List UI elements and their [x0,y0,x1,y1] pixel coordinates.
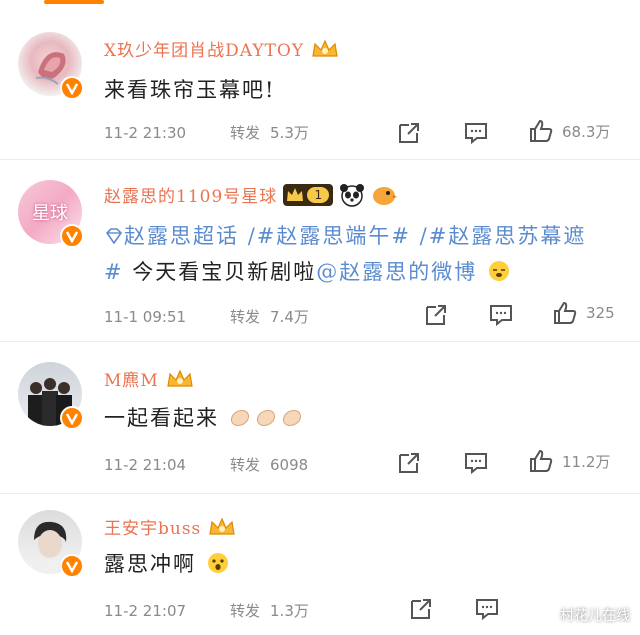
share-button[interactable] [408,596,434,622]
share-button[interactable] [396,120,422,146]
thumbs-up-icon [530,449,553,472]
share-icon [399,123,419,143]
avatar-text: 星球 [32,203,68,224]
mention-link[interactable]: @赵露思的微博 [316,260,477,284]
comment-item[interactable]: M麃M 一起看起来 11-2 21:04 转发 6098 11.2万 [0,342,640,494]
comment-icon [476,599,498,621]
timestamp: 11-2 21:30 [104,123,187,142]
like-count: 325 [586,304,615,322]
verified-badge-icon [60,554,84,578]
verified-badge-icon [60,76,84,100]
diamond-icon [105,228,123,245]
repost-label: 转发 [230,308,261,326]
like-button[interactable]: 325 [552,300,615,326]
timestamp: 11-2 21:07 [104,601,187,620]
repost-count: 6098 [270,455,309,474]
comment-text: 一起看起来 [104,400,306,436]
comment-icon [465,453,487,475]
clap-emoji-icon [230,409,301,427]
repost-label: 转发 [230,124,261,142]
repost-label: 转发 [230,602,261,620]
share-icon [426,305,446,325]
comment-icon [490,305,512,327]
comment-button[interactable] [488,302,514,328]
crown-icon [312,39,338,57]
repost-count: 5.3万 [270,124,309,142]
share-button[interactable] [396,450,422,476]
sleepy-emoji-icon [488,261,509,281]
like-count: 68.3万 [562,122,611,141]
comment-text: 赵露思超话 /#赵露思端午# /#赵露思苏幕遮# 今天看宝贝新剧啦@赵露思的微博 [104,224,587,284]
hashtag-link[interactable]: /#赵露思端午# [248,224,411,248]
crown-icon [209,517,235,535]
like-button[interactable]: 68.3万 [528,118,610,144]
like-count: 11.2万 [562,452,611,471]
supertopic-link[interactable]: 赵露思超话 [104,224,239,248]
watermark-logo-icon [539,607,555,623]
crown-icon [167,369,193,387]
timestamp: 11-1 09:51 [104,307,187,326]
panda-icon [340,183,365,207]
verified-badge-icon [60,224,84,248]
share-button[interactable] [423,302,449,328]
username[interactable]: 王安宇buss [104,514,201,539]
like-button[interactable]: 11.2万 [528,448,610,474]
repost-count: 7.4万 [270,308,309,326]
username[interactable]: M麃M [104,366,159,391]
thumbs-up-icon [530,119,553,142]
comment-item[interactable]: 星球 赵露思的1109号星球 1 赵露思超话 /#赵露思端午# /#赵露思苏幕遮… [0,160,640,342]
comment-text: 来看珠帘玉幕吧! [104,78,276,102]
comment-button[interactable] [463,120,489,146]
comment-icon [465,123,487,145]
username[interactable]: X玖少年团肖战DAYTOY [104,36,304,61]
repost-label: 转发 [230,456,261,474]
comment-item[interactable]: 王安宇buss 露思冲啊 11-2 21:07 转发 1.3万 村花儿在线 [0,494,640,635]
comment-text: 露思冲啊 [104,546,231,582]
share-icon [399,453,419,473]
comment-button[interactable] [463,450,489,476]
thumbs-up-icon [554,301,577,324]
shocked-emoji-icon [207,553,228,573]
avatar[interactable]: 星球 [18,180,84,248]
timestamp: 11-2 21:04 [104,455,187,474]
avatar[interactable] [18,510,84,578]
username[interactable]: 赵露思的1109号星球 [104,182,277,207]
watermark: 村花儿在线 [538,605,630,625]
comment-item[interactable]: X玖少年团肖战DAYTOY 来看珠帘玉幕吧! 11-2 21:30 转发 5.3… [0,0,640,160]
avatar[interactable] [18,362,84,430]
bird-emoji-icon [373,186,398,205]
comment-button[interactable] [474,596,500,622]
avatar[interactable] [18,32,84,100]
repost-count: 1.3万 [270,602,309,620]
verified-badge-icon [60,406,84,430]
share-icon [411,599,431,619]
crown-level-icon: 1 [283,183,334,206]
